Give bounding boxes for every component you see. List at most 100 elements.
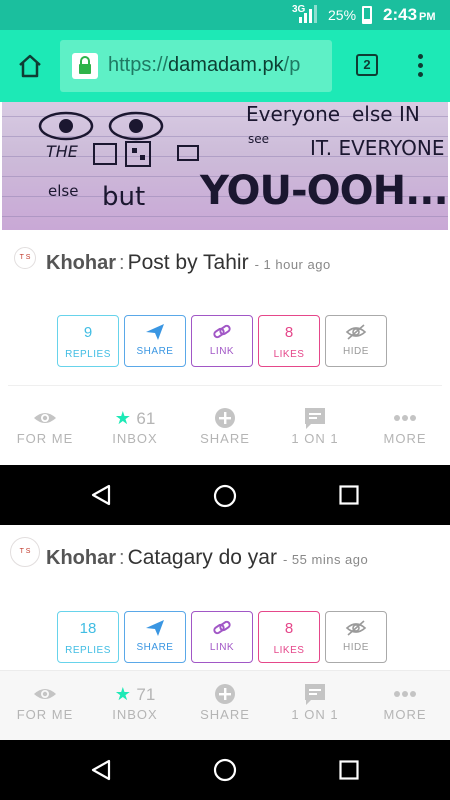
eye-icon xyxy=(34,689,56,699)
hide-button[interactable]: HIDE xyxy=(325,315,387,367)
signal-icon xyxy=(299,5,317,23)
status-bar: 3G 25% 2:43 PM xyxy=(0,0,450,30)
image-text-the: THE xyxy=(46,142,78,161)
tab-for-me-label: FOR ME xyxy=(16,707,74,722)
likes-label: LIKES xyxy=(273,645,305,656)
replies-count: 18 xyxy=(79,620,97,637)
tab-share[interactable]: SHARE xyxy=(180,395,270,465)
share-label: SHARE xyxy=(136,642,174,653)
post-header: Khohar: Post by Tahir - 1 hour ago xyxy=(46,251,331,275)
send-icon xyxy=(146,324,164,340)
eye-off-icon xyxy=(345,620,367,636)
android-nav-bar xyxy=(0,465,450,525)
tab-one-on-one[interactable]: 1 ON 1 xyxy=(270,671,360,741)
tab-inbox[interactable]: ★ 61 INBOX xyxy=(90,395,180,465)
replies-count: 9 xyxy=(83,324,93,341)
tab-for-me[interactable]: FOR ME xyxy=(0,395,90,465)
tab-for-me-label: FOR ME xyxy=(16,431,74,446)
post-time: - 55 mins ago xyxy=(282,552,369,567)
image-text-but: but xyxy=(102,182,146,212)
image-text-else: else xyxy=(48,182,79,200)
inbox-count-value: 61 xyxy=(136,409,156,428)
share-button[interactable]: SHARE xyxy=(124,315,186,367)
divider xyxy=(8,385,442,386)
back-icon[interactable] xyxy=(90,484,112,506)
url-domain: damadam.pk xyxy=(168,54,284,76)
battery-percent: 25% xyxy=(328,7,357,23)
author-separator: : xyxy=(119,252,125,274)
avatar[interactable]: T S xyxy=(10,537,40,567)
link-icon xyxy=(213,324,231,339)
tab-switcher-button[interactable]: 2 xyxy=(356,54,378,76)
tab-share-label: SHARE xyxy=(200,431,250,446)
post-author[interactable]: Khohar xyxy=(46,252,116,274)
eye-icon xyxy=(34,413,56,423)
image-text-everyone: Everyone xyxy=(246,102,341,126)
battery-icon xyxy=(362,6,372,24)
url-text: https://damadam.pk/p xyxy=(108,54,300,77)
plus-circle-icon xyxy=(215,684,235,704)
tab-share-label: SHARE xyxy=(200,707,250,722)
more-dots-icon xyxy=(394,691,416,697)
replies-button[interactable]: 9 REPLIES xyxy=(57,315,119,367)
star-icon: ★ xyxy=(114,684,131,704)
post-title[interactable]: Catagary do yar xyxy=(128,546,277,569)
tab-one-on-one-label: 1 ON 1 xyxy=(291,707,339,722)
chat-icon xyxy=(305,408,325,429)
post-author[interactable]: Khohar xyxy=(46,547,116,569)
tab-more-label: MORE xyxy=(383,431,427,446)
recent-apps-icon[interactable] xyxy=(339,485,359,505)
likes-count: 8 xyxy=(284,620,294,637)
overflow-menu-icon[interactable] xyxy=(418,54,424,80)
link-button[interactable]: LINK xyxy=(191,315,253,367)
avatar[interactable]: T S xyxy=(14,247,36,269)
plus-circle-icon xyxy=(215,408,235,428)
back-icon[interactable] xyxy=(90,759,112,781)
image-text-see: see xyxy=(248,132,270,146)
post-image[interactable]: Everyone else IN THE see IT. EVERYONE el… xyxy=(2,102,448,230)
tab-share[interactable]: SHARE xyxy=(180,671,270,741)
clock-ampm: PM xyxy=(419,11,436,23)
home-icon[interactable] xyxy=(16,52,44,80)
hide-button[interactable]: HIDE xyxy=(325,611,387,663)
bottom-tab-bar: FOR ME ★ 61 INBOX SHARE 1 ON 1 MORE xyxy=(0,395,450,465)
image-text-it-everyone: IT. EVERYONE xyxy=(310,136,445,160)
star-icon: ★ xyxy=(114,408,131,428)
clock: 2:43 PM xyxy=(383,5,436,25)
inbox-count: ★ 71 xyxy=(90,681,180,707)
inbox-count: ★ 61 xyxy=(90,405,180,431)
share-label: SHARE xyxy=(136,346,174,357)
hide-label: HIDE xyxy=(343,346,369,357)
share-button[interactable]: SHARE xyxy=(124,611,186,663)
replies-label: REPLIES xyxy=(65,645,111,656)
likes-button[interactable]: 8 LIKES xyxy=(258,611,320,663)
android-nav-bar xyxy=(0,740,450,800)
replies-button[interactable]: 18 REPLIES xyxy=(57,611,119,663)
eye-off-icon xyxy=(345,324,367,340)
tab-more[interactable]: MORE xyxy=(360,671,450,741)
url-scheme: https:// xyxy=(108,54,169,76)
doodle-icons xyxy=(93,141,199,167)
link-button[interactable]: LINK xyxy=(191,611,253,663)
address-bar[interactable]: https://damadam.pk/p xyxy=(60,40,332,92)
tab-one-on-one[interactable]: 1 ON 1 xyxy=(270,395,360,465)
post-header: Khohar: Catagary do yar - 55 mins ago xyxy=(46,546,368,570)
url-path: /p xyxy=(283,54,301,76)
tab-inbox[interactable]: ★ 71 INBOX xyxy=(90,671,180,741)
chat-icon xyxy=(305,684,325,705)
tab-for-me[interactable]: FOR ME xyxy=(0,671,90,741)
likes-button[interactable]: 8 LIKES xyxy=(258,315,320,367)
home-circle-icon[interactable] xyxy=(213,758,237,782)
send-icon xyxy=(146,620,164,636)
bottom-tab-bar: FOR ME ★ 71 INBOX SHARE 1 ON 1 MORE xyxy=(0,670,450,740)
more-dots-icon xyxy=(394,415,416,421)
post-title[interactable]: Post by Tahir xyxy=(128,251,249,274)
recent-apps-icon[interactable] xyxy=(339,760,359,780)
inbox-count-value: 71 xyxy=(136,685,156,704)
home-circle-icon[interactable] xyxy=(213,484,237,508)
lock-icon xyxy=(72,53,98,79)
tab-inbox-label: INBOX xyxy=(112,707,158,722)
likes-label: LIKES xyxy=(273,349,305,360)
tab-more[interactable]: MORE xyxy=(360,395,450,465)
image-text-else-in: else IN xyxy=(352,102,420,126)
